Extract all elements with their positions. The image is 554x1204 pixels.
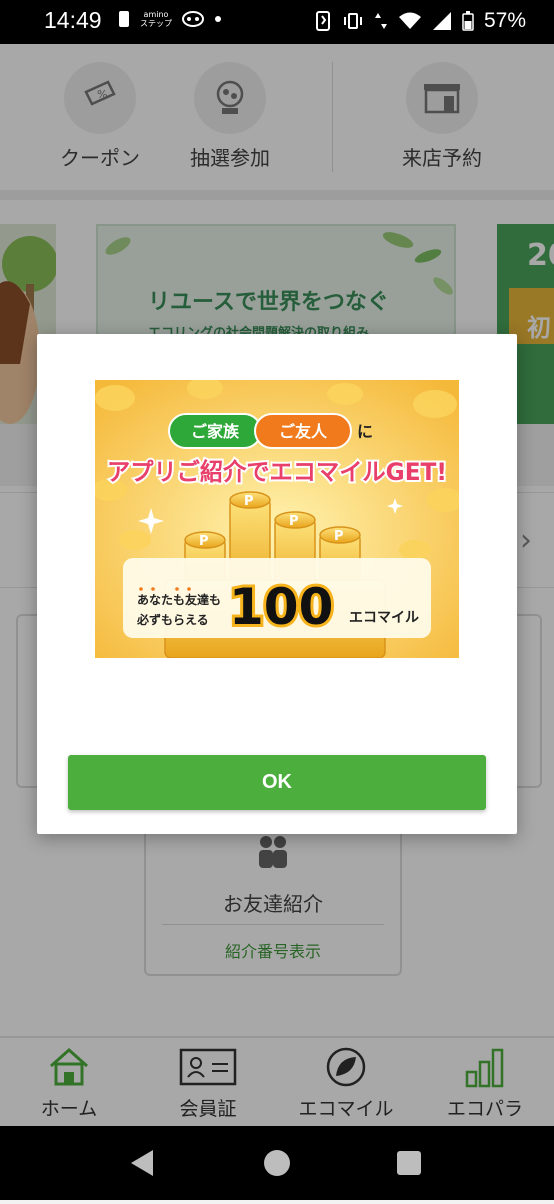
back-icon[interactable]: [131, 1150, 153, 1176]
coin-letter: P: [334, 529, 344, 544]
coin-letter: P: [199, 534, 209, 549]
home-button-icon[interactable]: [264, 1150, 290, 1176]
notification-dot-icon: [215, 16, 221, 22]
referral-dialog: P P P P ご家族 ご友人 に アプリご紹介でエコマイルGET! あなたも友…: [37, 334, 517, 834]
pill-friend: ご友人: [279, 422, 328, 441]
coin-letter: P: [244, 494, 254, 509]
battery-icon: [462, 11, 474, 31]
status-right: 57%: [314, 9, 526, 33]
status-time: 14:49: [44, 7, 102, 33]
amount-unit: エコマイル: [349, 610, 419, 626]
wifi-icon: [398, 12, 421, 29]
system-navigation-bar: [0, 1126, 554, 1200]
coin-letter: P: [289, 514, 299, 529]
promo-headline: アプリご紹介でエコマイルGET!: [107, 458, 447, 486]
app-badge: amino ステップ: [140, 10, 172, 28]
battery-percent: 57%: [483, 9, 526, 32]
pill-family: ご家族: [191, 422, 240, 441]
data-arrows-icon: [374, 13, 387, 29]
signal-icon: [432, 12, 451, 30]
both-line1: あなたも友達も: [137, 592, 221, 607]
status-bar: 14:49 amino ステップ 57%: [0, 0, 554, 44]
particle-ni: に: [357, 422, 373, 441]
recents-icon[interactable]: [397, 1151, 421, 1175]
vibrate-icon: [343, 13, 362, 29]
amount-value: 100: [229, 578, 333, 636]
referral-promo-image: P P P P ご家族 ご友人 に アプリご紹介でエコマイルGET! あなたも友…: [95, 380, 459, 658]
promo-artwork: P P P P ご家族 ご友人 に アプリご紹介でエコマイルGET! あなたも友…: [95, 380, 459, 658]
sim-card-icon: [119, 11, 129, 27]
both-line2: 必ずもらえる: [136, 612, 209, 627]
app-face-icon: [182, 11, 204, 27]
ok-button[interactable]: OK: [68, 755, 486, 810]
notification-icons: amino ステップ: [118, 10, 222, 28]
rotate-icon: [315, 11, 330, 31]
